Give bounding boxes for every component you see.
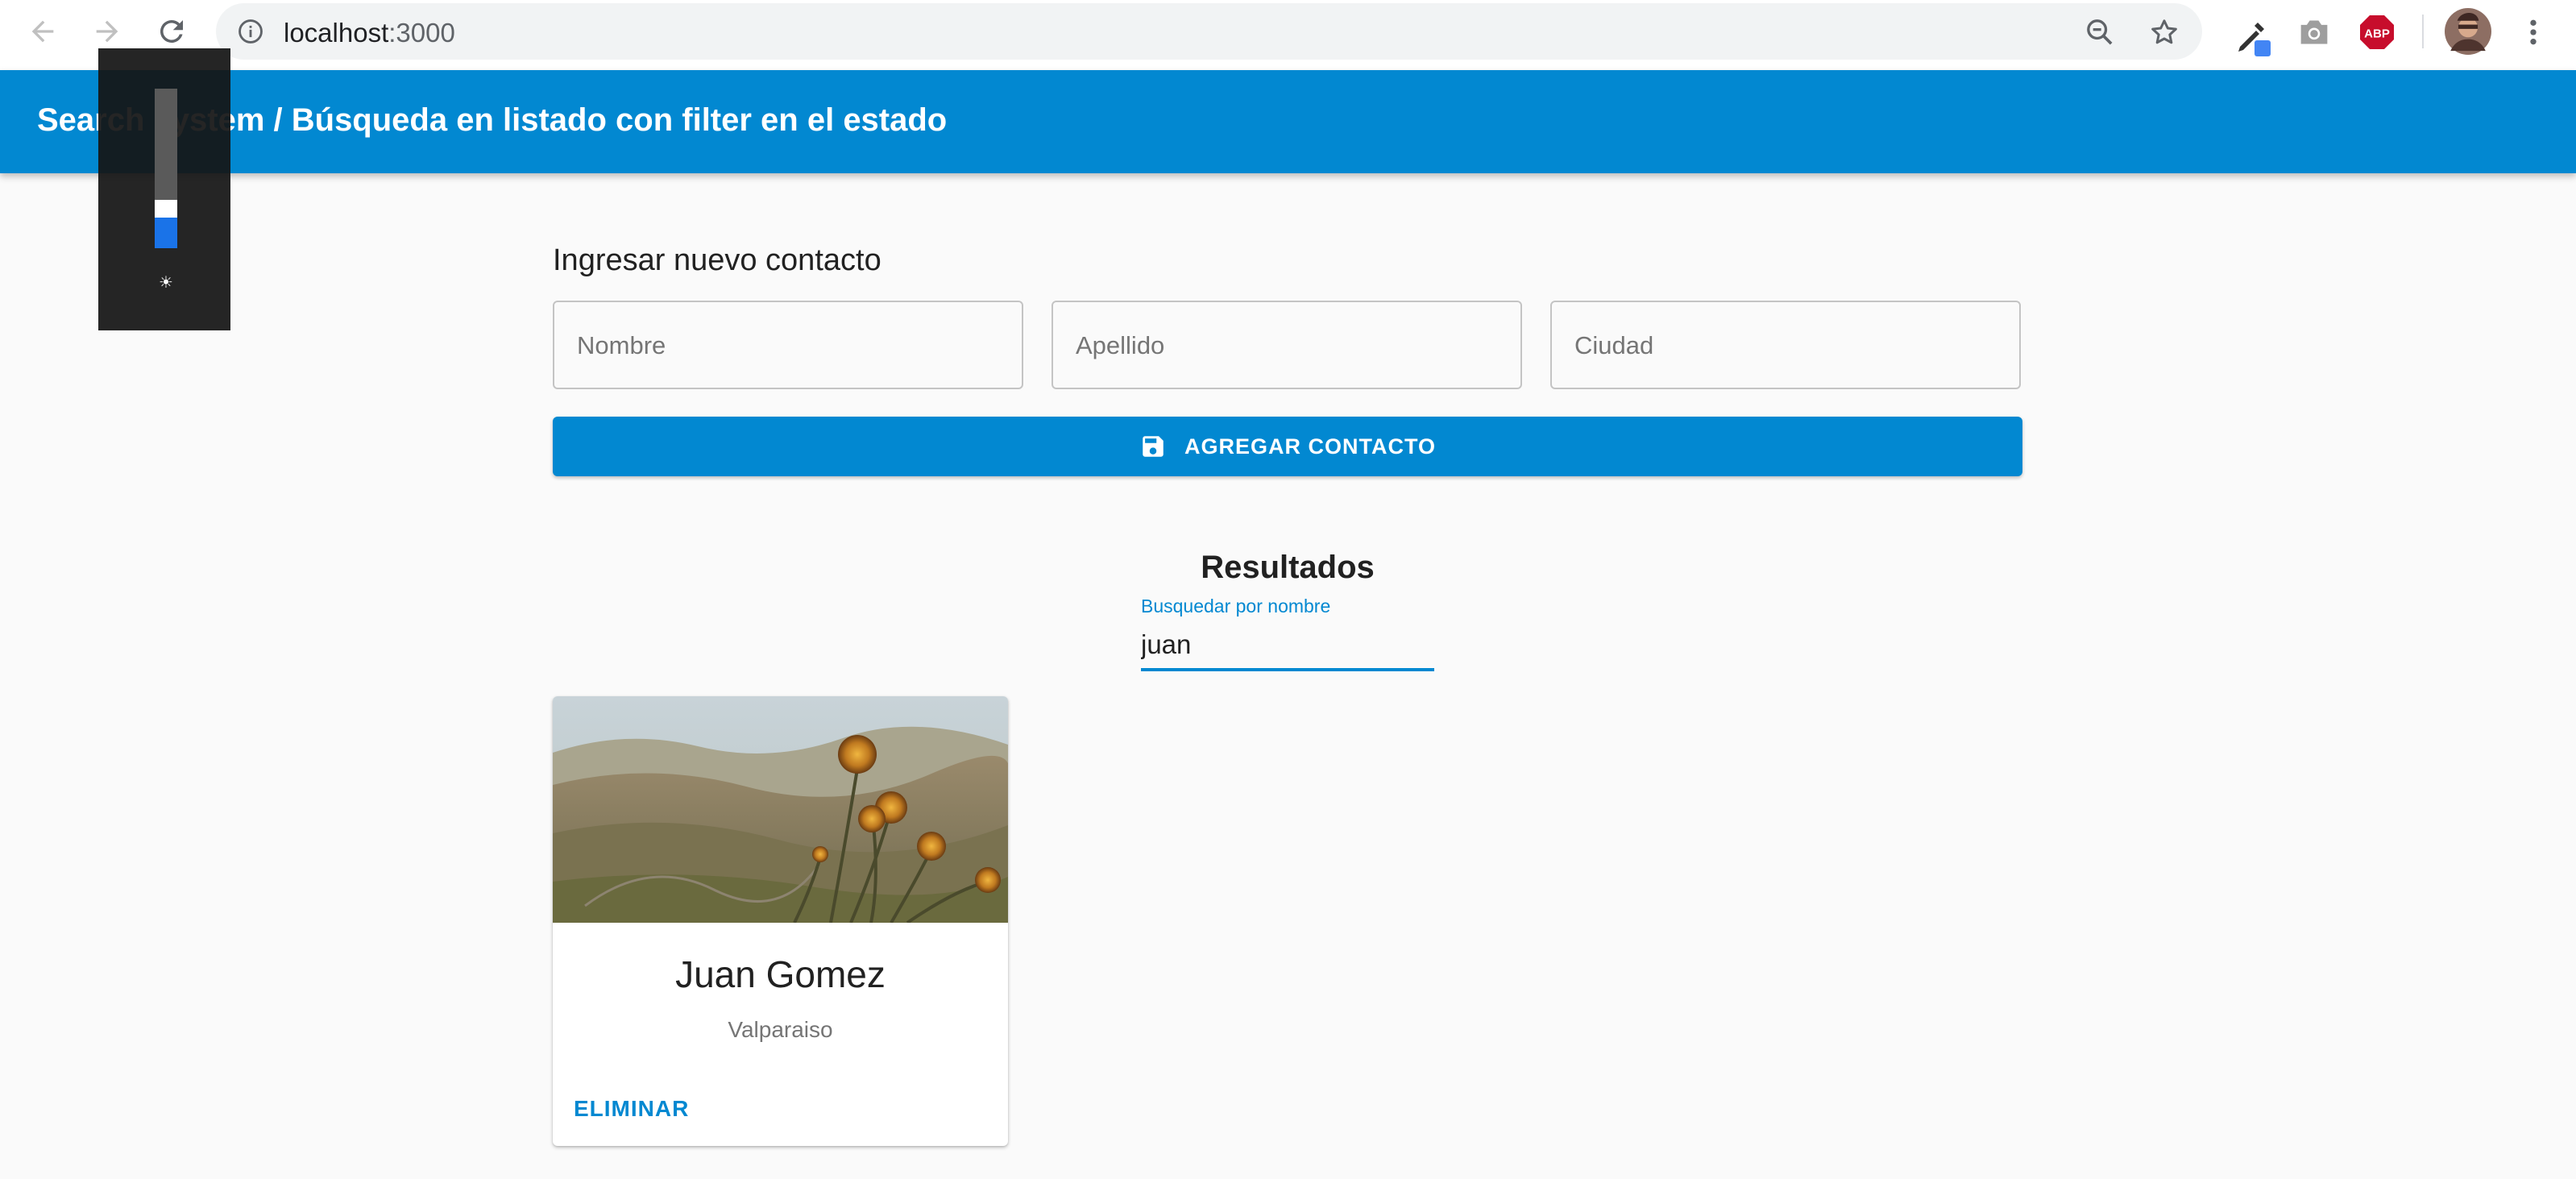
star-icon[interactable] bbox=[2148, 16, 2180, 48]
search-field[interactable] bbox=[1141, 625, 1434, 671]
brightness-icon: ☀ bbox=[159, 274, 173, 292]
delete-contact-button[interactable]: ELIMINAR bbox=[574, 1096, 689, 1122]
form-title: Ingresar nuevo contacto bbox=[553, 243, 881, 277]
adblock-label: ABP bbox=[2364, 27, 2390, 40]
profile-avatar[interactable] bbox=[2445, 8, 2491, 55]
search-label: Busquedar por nombre bbox=[1141, 596, 1331, 616]
results-title: Resultados bbox=[1201, 550, 1375, 585]
add-contact-button[interactable]: AGREGAR CONTACTO bbox=[553, 417, 2022, 476]
browser-toolbar: localhost:3000 ABP bbox=[0, 0, 2576, 71]
volume-level-fill bbox=[155, 218, 177, 248]
forward-arrow-icon[interactable] bbox=[87, 11, 127, 52]
save-icon bbox=[1143, 436, 1164, 457]
ciudad-input[interactable] bbox=[1573, 302, 2003, 389]
nombre-field[interactable] bbox=[553, 301, 1023, 389]
back-arrow-icon[interactable] bbox=[23, 11, 63, 52]
info-icon[interactable] bbox=[237, 18, 264, 45]
camera-icon[interactable] bbox=[2296, 16, 2332, 48]
contact-card: Juan Gomez Valparaiso ELIMINAR bbox=[553, 696, 1008, 1146]
url-text: localhost:3000 bbox=[284, 18, 455, 48]
kebab-menu-icon[interactable] bbox=[2517, 15, 2549, 50]
apellido-field[interactable] bbox=[1052, 301, 1522, 389]
eyedropper-icon[interactable] bbox=[2234, 15, 2272, 60]
add-contact-label: AGREGAR CONTACTO bbox=[1184, 434, 1436, 459]
nombre-input[interactable] bbox=[575, 302, 1006, 389]
adblock-icon[interactable]: ABP bbox=[2358, 13, 2396, 52]
search-input[interactable] bbox=[1141, 625, 1434, 665]
contact-city: Valparaiso bbox=[728, 1017, 833, 1042]
app-bar: Search system / Búsqueda en listado con … bbox=[0, 70, 2576, 173]
address-bar[interactable]: localhost:3000 bbox=[216, 3, 2202, 60]
ciudad-field[interactable] bbox=[1550, 301, 2021, 389]
volume-overlay: ☀ bbox=[98, 48, 230, 330]
toolbar-separator bbox=[2422, 15, 2424, 48]
contact-name: Juan Gomez bbox=[675, 953, 886, 995]
url-host: localhost bbox=[284, 18, 389, 48]
reload-icon[interactable] bbox=[151, 11, 192, 52]
card-image bbox=[553, 696, 1008, 923]
zoom-out-icon[interactable] bbox=[2084, 16, 2116, 48]
apellido-input[interactable] bbox=[1074, 302, 1504, 389]
url-port: :3000 bbox=[388, 18, 455, 48]
volume-thumb[interactable] bbox=[155, 200, 177, 218]
